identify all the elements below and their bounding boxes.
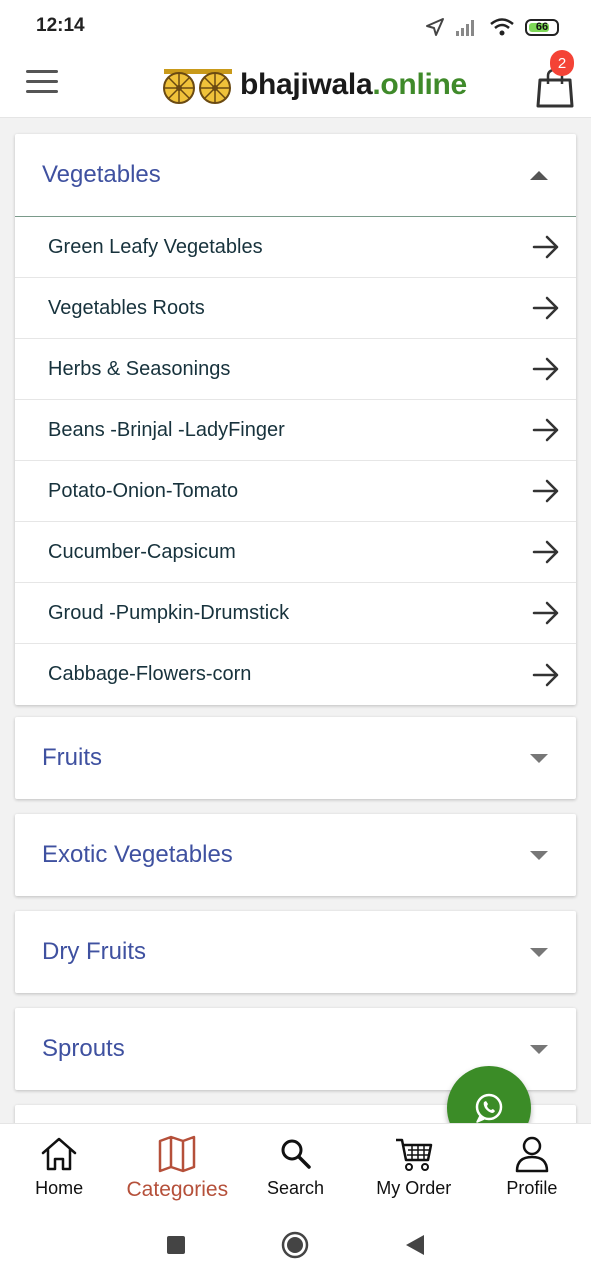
nav-label: Categories xyxy=(126,1178,229,1201)
circle-icon xyxy=(281,1231,308,1259)
subcategory-item[interactable]: Potato-Onion-Tomato xyxy=(15,461,576,522)
subcategory-item[interactable]: Cucumber-Capsicum xyxy=(15,522,576,583)
menu-button[interactable] xyxy=(26,70,58,96)
subcategory-item[interactable]: Vegetables Roots xyxy=(15,278,576,339)
map-icon xyxy=(159,1135,196,1173)
subcategory-label: Green Leafy Vegetables xyxy=(48,235,263,258)
app-header: bhajiwala.online xyxy=(0,52,591,118)
category-header-vegetables[interactable]: Vegetables xyxy=(15,134,576,216)
cart-icon xyxy=(395,1138,432,1171)
home-system-button[interactable] xyxy=(281,1231,309,1259)
nav-label: My Order xyxy=(376,1178,452,1198)
arrow-right-icon xyxy=(532,601,559,625)
triangle-back-icon xyxy=(405,1235,424,1255)
recents-button[interactable] xyxy=(166,1236,185,1254)
subcategory-label: Beans -Brinjal -LadyFinger xyxy=(48,418,285,441)
category-title: Dry Fruits xyxy=(42,938,146,965)
signal-icon xyxy=(456,20,474,36)
category-header-fruits[interactable]: Fruits xyxy=(15,717,576,799)
chevron-down-icon xyxy=(530,947,548,957)
subcategory-list: Green Leafy Vegetables Vegetables Roots … xyxy=(15,216,576,705)
status-time: 12:14 xyxy=(36,15,85,36)
subcategory-label: Cabbage-Flowers-corn xyxy=(48,663,252,685)
category-card-exotic-vegetables: Exotic Vegetables xyxy=(15,814,576,896)
battery-level: 66 xyxy=(535,21,549,33)
subcategory-item[interactable]: Herbs & Seasonings xyxy=(15,339,576,400)
arrow-right-icon xyxy=(532,479,559,503)
category-title: Exotic Vegetables xyxy=(42,841,233,868)
logo-text: bhajiwala.online xyxy=(240,68,467,102)
arrow-right-icon xyxy=(532,296,559,320)
subcategory-item[interactable]: Beans -Brinjal -LadyFinger xyxy=(15,400,576,461)
subcategory-label: Vegetables Roots xyxy=(48,296,205,319)
subcategory-label: Cucumber-Capsicum xyxy=(48,540,236,563)
location-icon xyxy=(426,18,444,36)
cart-count-badge: 2 xyxy=(550,50,574,76)
system-navigation-bar xyxy=(0,1210,591,1280)
nav-label: Home xyxy=(35,1178,84,1198)
battery-icon: 66 xyxy=(525,18,559,36)
arrow-right-icon xyxy=(532,235,559,259)
nav-home[interactable]: Home xyxy=(0,1124,118,1210)
arrow-right-icon xyxy=(532,418,559,442)
category-card-fruits: Fruits xyxy=(15,717,576,799)
status-icons: 66 xyxy=(425,14,559,40)
category-title: Fruits xyxy=(42,744,102,771)
search-icon xyxy=(281,1139,311,1169)
category-list: Vegetables Green Leafy Vegetables Vegeta… xyxy=(0,119,591,1123)
nav-my-order[interactable]: My Order xyxy=(355,1124,473,1210)
category-title: Sprouts xyxy=(42,1035,125,1062)
chevron-down-icon xyxy=(530,850,548,860)
arrow-right-icon xyxy=(532,663,559,686)
subcategory-label: Groud -Pumpkin-Drumstick xyxy=(48,601,290,624)
arrow-right-icon xyxy=(532,357,559,381)
arrow-right-icon xyxy=(532,540,559,564)
cart-wheels-logo-icon xyxy=(163,69,232,104)
chevron-down-icon xyxy=(530,753,548,763)
chevron-down-icon xyxy=(530,1044,548,1054)
category-header-dry-fruits[interactable]: Dry Fruits xyxy=(15,911,576,993)
category-card-dry-fruits: Dry Fruits xyxy=(15,911,576,993)
profile-icon xyxy=(515,1136,549,1173)
chevron-up-icon xyxy=(530,170,548,180)
subcategory-item[interactable]: Groud -Pumpkin-Drumstick xyxy=(15,583,576,644)
nav-search[interactable]: Search xyxy=(236,1124,354,1210)
category-card-vegetables: Vegetables Green Leafy Vegetables Vegeta… xyxy=(15,134,576,705)
nav-profile[interactable]: Profile xyxy=(473,1124,591,1210)
subcategory-item[interactable]: Cabbage-Flowers-corn xyxy=(15,644,576,705)
nav-label: Profile xyxy=(506,1178,558,1198)
subcategory-label: Potato-Onion-Tomato xyxy=(48,479,239,502)
square-icon xyxy=(166,1236,185,1254)
whatsapp-icon xyxy=(475,1093,503,1123)
subcategory-label: Herbs & Seasonings xyxy=(48,357,231,380)
category-title: Vegetables xyxy=(42,161,161,188)
wifi-icon xyxy=(490,18,514,36)
logo[interactable]: bhajiwala.online xyxy=(160,62,467,108)
nav-categories[interactable]: Categories xyxy=(118,1124,236,1210)
nav-label: Search xyxy=(266,1178,325,1198)
status-bar: 12:14 66 xyxy=(0,0,591,52)
category-header-exotic-vegetables[interactable]: Exotic Vegetables xyxy=(15,814,576,896)
logo-suffix: .online xyxy=(372,68,467,101)
subcategory-item[interactable]: Green Leafy Vegetables xyxy=(15,217,576,278)
logo-main: bhajiwala xyxy=(240,68,373,101)
bottom-navigation: Home Categories Search My Order Profile xyxy=(0,1123,591,1210)
back-button[interactable] xyxy=(405,1234,425,1256)
home-icon xyxy=(41,1137,77,1171)
